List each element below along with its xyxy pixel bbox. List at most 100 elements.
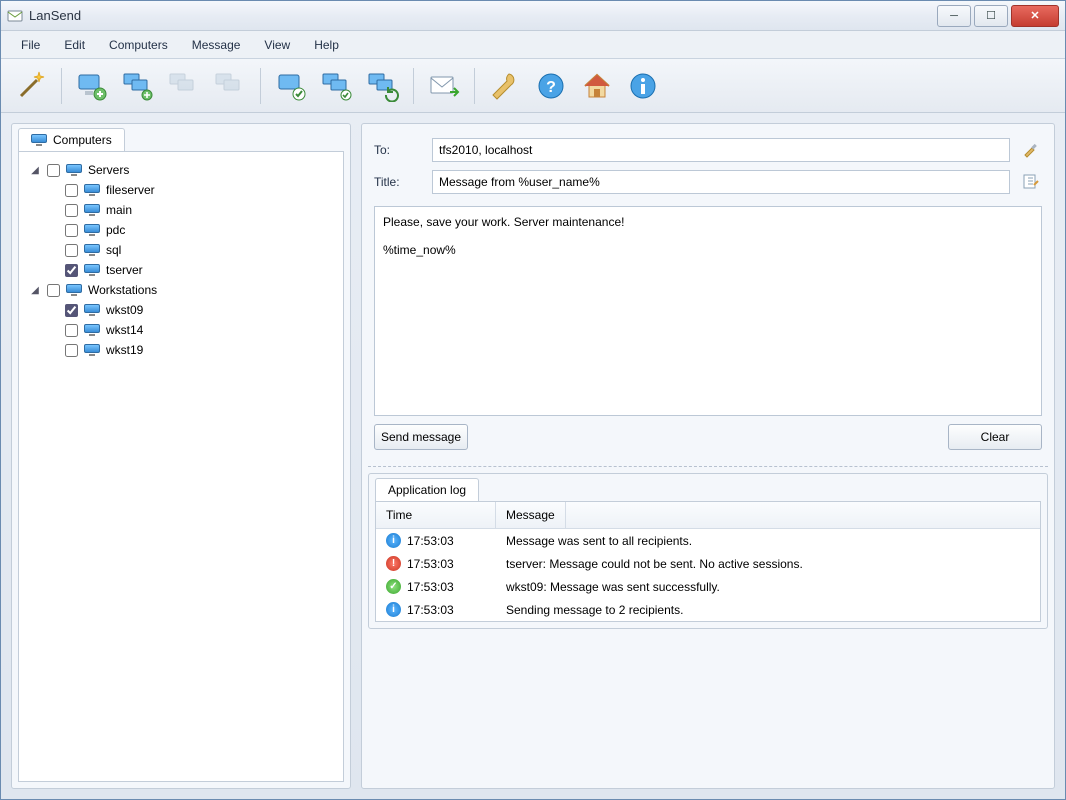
tree-item[interactable]: pdc: [47, 220, 335, 240]
menu-file[interactable]: File: [9, 34, 52, 56]
tree-item[interactable]: wkst14: [47, 320, 335, 340]
group-checkbox[interactable]: [47, 284, 60, 297]
computers-tree[interactable]: ◢ Servers fileserver main pdc sql tserve…: [18, 151, 344, 782]
item-checkbox[interactable]: [65, 344, 78, 357]
tree-group[interactable]: ◢ Servers: [29, 160, 335, 180]
tree-item[interactable]: wkst09: [47, 300, 335, 320]
log-message: Message was sent to all recipients.: [496, 534, 1040, 548]
expander-spacer: [47, 264, 59, 276]
log-col-time[interactable]: Time: [376, 502, 496, 528]
tree-item[interactable]: tserver: [47, 260, 335, 280]
log-row[interactable]: i17:53:03 Message was sent to all recipi…: [376, 529, 1040, 552]
computers-refresh-icon: [367, 70, 399, 102]
log-row[interactable]: i17:53:03 Sending message to 2 recipient…: [376, 598, 1040, 621]
select-all-button[interactable]: [271, 66, 311, 106]
close-button[interactable]: ✕: [1011, 5, 1059, 27]
computers-panel: Computers ◢ Servers fileserver main pdc …: [11, 123, 351, 789]
log-message: Sending message to 2 recipients.: [496, 603, 1040, 617]
title-input[interactable]: [432, 170, 1010, 194]
item-checkbox[interactable]: [65, 264, 78, 277]
status-info-icon: i: [386, 602, 401, 617]
content-area: Computers ◢ Servers fileserver main pdc …: [1, 113, 1065, 799]
about-button[interactable]: [623, 66, 663, 106]
tree-item[interactable]: main: [47, 200, 335, 220]
computer-icon: [84, 344, 100, 356]
group-label: Workstations: [88, 283, 157, 297]
tab-computers[interactable]: Computers: [18, 128, 125, 151]
item-label: wkst09: [106, 303, 143, 317]
group-checkbox[interactable]: [47, 164, 60, 177]
log-time: 17:53:03: [407, 534, 454, 548]
clear-button[interactable]: Clear: [948, 424, 1042, 450]
to-input[interactable]: [432, 138, 1010, 162]
wand-icon: [15, 70, 47, 102]
menu-help[interactable]: Help: [302, 34, 351, 56]
menu-view[interactable]: View: [252, 34, 302, 56]
item-checkbox[interactable]: [65, 304, 78, 317]
item-label: sql: [106, 243, 121, 257]
tree-item[interactable]: sql: [47, 240, 335, 260]
app-window: LanSend ─ ☐ ✕ File Edit Computers Messag…: [0, 0, 1066, 800]
tab-log[interactable]: Application log: [375, 478, 479, 501]
status-error-icon: !: [386, 556, 401, 571]
computers-remove-icon: [168, 70, 200, 102]
expander-spacer: [47, 184, 59, 196]
svg-text:?: ?: [546, 79, 556, 96]
item-checkbox[interactable]: [65, 324, 78, 337]
tree-group[interactable]: ◢ Workstations: [29, 280, 335, 300]
settings-button[interactable]: [485, 66, 525, 106]
tree-item[interactable]: wkst19: [47, 340, 335, 360]
computers-check-icon: [321, 70, 353, 102]
item-checkbox[interactable]: [65, 184, 78, 197]
item-checkbox[interactable]: [65, 204, 78, 217]
add-group-button[interactable]: [118, 66, 158, 106]
item-label: fileserver: [106, 183, 155, 197]
expander-spacer: [47, 344, 59, 356]
message-panel: To: Title: Send message C: [361, 123, 1055, 789]
log-row[interactable]: !17:53:03 tserver: Message could not be …: [376, 552, 1040, 575]
menu-message[interactable]: Message: [180, 34, 253, 56]
group-label: Servers: [88, 163, 129, 177]
item-checkbox[interactable]: [65, 244, 78, 257]
item-label: pdc: [106, 223, 125, 237]
item-checkbox[interactable]: [65, 224, 78, 237]
minimize-button[interactable]: ─: [937, 5, 971, 27]
expander-spacer: [47, 324, 59, 336]
expander-icon[interactable]: ◢: [29, 164, 41, 176]
edit-title-button[interactable]: [1020, 171, 1042, 193]
remove-group-button[interactable]: [210, 66, 250, 106]
refresh-computers-button[interactable]: [363, 66, 403, 106]
tree-item[interactable]: fileserver: [47, 180, 335, 200]
deselect-all-button[interactable]: [317, 66, 357, 106]
log-row[interactable]: ✓17:53:03 wkst09: Message was sent succe…: [376, 575, 1040, 598]
wizard-button[interactable]: [11, 66, 51, 106]
computer-icon: [84, 304, 100, 316]
menu-edit[interactable]: Edit: [52, 34, 97, 56]
computer-icon: [31, 134, 47, 146]
status-ok-icon: ✓: [386, 579, 401, 594]
expander-icon[interactable]: ◢: [29, 284, 41, 296]
toolbar-separator: [260, 68, 261, 104]
help-icon: ?: [535, 70, 567, 102]
maximize-button[interactable]: ☐: [974, 5, 1008, 27]
divider: [368, 466, 1048, 467]
home-button[interactable]: [577, 66, 617, 106]
help-button[interactable]: ?: [531, 66, 571, 106]
menu-computers[interactable]: Computers: [97, 34, 180, 56]
computer-check-icon: [275, 70, 307, 102]
message-body-input[interactable]: [374, 206, 1042, 416]
send-message-button[interactable]: [424, 66, 464, 106]
clear-to-button[interactable]: [1020, 139, 1042, 161]
compose-form: To: Title:: [362, 130, 1054, 202]
send-message-button[interactable]: Send message: [374, 424, 468, 450]
log-table: Time Message i17:53:03 Message was sent …: [375, 501, 1041, 622]
item-label: tserver: [106, 263, 143, 277]
to-label: To:: [374, 143, 422, 157]
titlebar: LanSend ─ ☐ ✕: [1, 1, 1065, 31]
add-computer-button[interactable]: [72, 66, 112, 106]
expander-spacer: [47, 304, 59, 316]
item-label: wkst14: [106, 323, 143, 337]
log-col-message[interactable]: Message: [496, 502, 566, 528]
tab-label: Computers: [53, 133, 112, 147]
remove-computer-button[interactable]: [164, 66, 204, 106]
